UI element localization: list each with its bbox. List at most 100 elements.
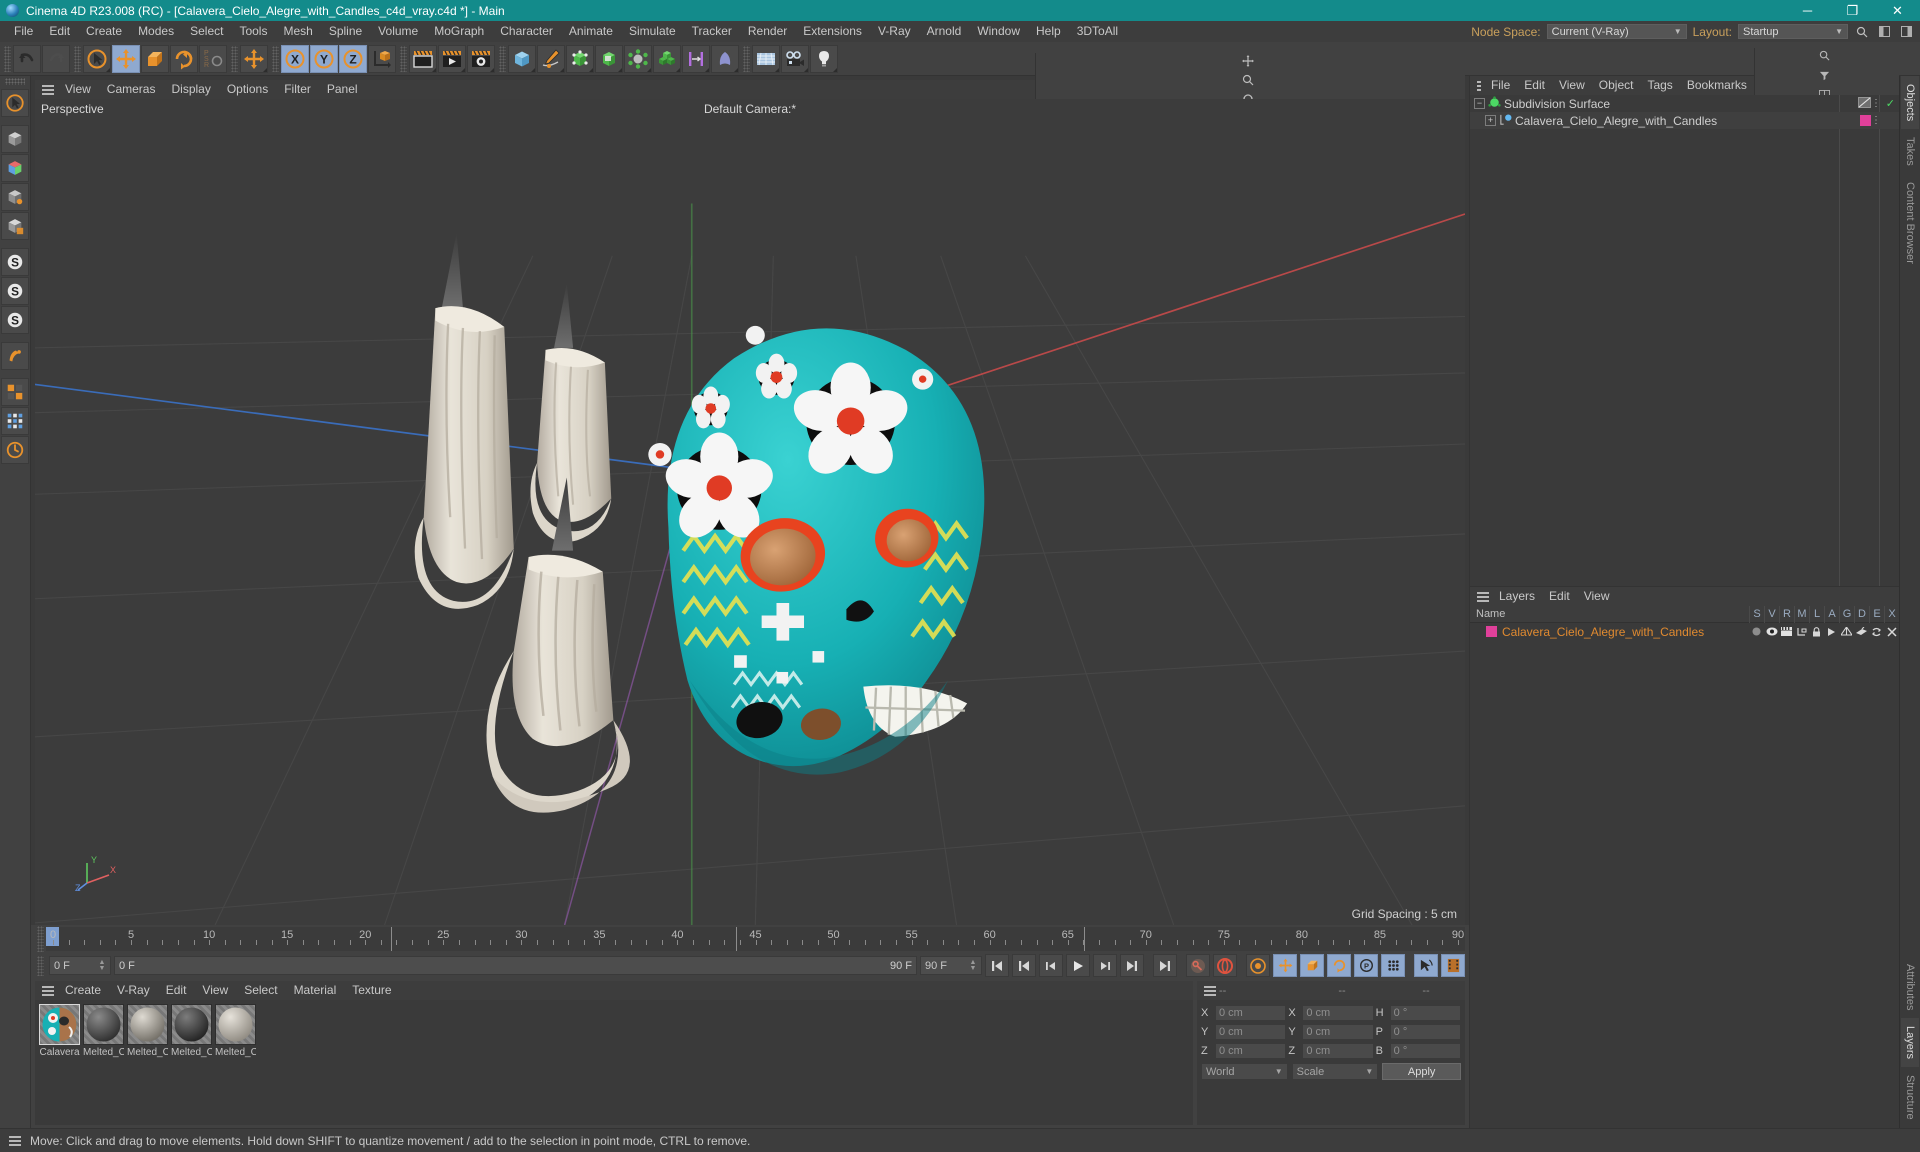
layer-column-a[interactable]: A <box>1824 605 1839 623</box>
object-dots-menu-icon[interactable]: ⋮ <box>1871 99 1881 109</box>
object-row-subdivision-surface[interactable]: − Subdivision Surface ⋮ ✓ <box>1470 95 1899 112</box>
scene-object-icon[interactable] <box>624 44 652 73</box>
render-settings-icon[interactable] <box>467 44 495 73</box>
enable-axis-icon[interactable] <box>1 342 29 370</box>
light-icon[interactable] <box>810 44 838 73</box>
object-menu-tags[interactable]: Tags <box>1640 76 1679 95</box>
vtab-structure[interactable]: Structure <box>1901 1067 1919 1128</box>
filter-icon[interactable] <box>1816 68 1832 84</box>
size-y-field[interactable]: 0 cm <box>1302 1024 1374 1040</box>
object-menu-view[interactable]: View <box>1552 76 1592 95</box>
material-item[interactable]: Melted_C <box>127 1004 168 1121</box>
menu-item-3dtoall[interactable]: 3DToAll <box>1069 21 1126 42</box>
model-mode-icon[interactable] <box>1 125 29 153</box>
menu-item-edit[interactable]: Edit <box>41 21 78 42</box>
node-space-select[interactable]: Current (V-Ray) ▼ <box>1546 24 1687 39</box>
toolbar-grip[interactable] <box>74 45 81 72</box>
toolbar-grip[interactable] <box>743 45 750 72</box>
vtab-objects[interactable]: Objects <box>1901 76 1919 130</box>
render-picture-viewer-icon[interactable] <box>438 44 466 73</box>
layer-column-l[interactable]: L <box>1809 605 1824 623</box>
layer-generator-toggle[interactable] <box>1839 626 1854 637</box>
size-x-field[interactable]: 0 cm <box>1302 1005 1374 1021</box>
expand-toggle-icon[interactable]: − <box>1474 98 1485 109</box>
layer-column-m[interactable]: M <box>1794 605 1809 623</box>
pan-icon[interactable] <box>1240 53 1256 69</box>
live-selection-tool-icon[interactable] <box>1 89 29 117</box>
rotation-h-field[interactable]: 0 ° <box>1389 1005 1461 1021</box>
menu-item-spline[interactable]: Spline <box>321 21 370 42</box>
select-live-icon[interactable] <box>83 44 111 73</box>
material-menu-vray[interactable]: V-Ray <box>109 981 158 1000</box>
rotation-key-button[interactable] <box>1327 954 1351 977</box>
viewport-menu-view[interactable]: View <box>57 80 99 99</box>
psr-icon[interactable]: PSR <box>199 44 227 73</box>
viewport-menu-hamburger-icon[interactable] <box>39 83 57 97</box>
coordinate-system-select[interactable]: World ▼ <box>1201 1063 1288 1080</box>
parameter-key-button[interactable]: P <box>1354 954 1378 977</box>
layer-lock-toggle[interactable] <box>1809 626 1824 637</box>
character-icon[interactable] <box>711 44 739 73</box>
material-item[interactable]: Melted_C <box>83 1004 124 1121</box>
material-item[interactable]: Melted_C <box>215 1004 256 1121</box>
layer-manager-hamburger-icon[interactable] <box>1474 590 1492 604</box>
vtab-takes[interactable]: Takes <box>1901 129 1919 174</box>
material-menu-material[interactable]: Material <box>286 981 345 1000</box>
menu-item-render[interactable]: Render <box>740 21 795 42</box>
menu-item-mesh[interactable]: Mesh <box>275 21 320 42</box>
goto-previous-key-button[interactable] <box>1012 954 1036 977</box>
material-tag-icon[interactable] <box>1860 115 1871 126</box>
point-level-animation-button[interactable] <box>1381 954 1405 977</box>
object-enabled-check-icon[interactable]: ✓ <box>1886 97 1895 110</box>
viewport-menu-cameras[interactable]: Cameras <box>99 80 164 99</box>
layer-column-x[interactable]: X <box>1884 605 1899 623</box>
viewport-menu-options[interactable]: Options <box>219 80 276 99</box>
left-toolbar-grip[interactable] <box>5 78 25 85</box>
layer-menu-layers[interactable]: Layers <box>1492 587 1542 606</box>
move-icon[interactable] <box>112 44 140 73</box>
axis-z-icon[interactable]: Z <box>339 44 367 73</box>
layer-column-r[interactable]: R <box>1779 605 1794 623</box>
spinner-icon[interactable]: ▲ ▼ <box>98 958 106 973</box>
timeline-view-button[interactable] <box>1441 954 1465 977</box>
object-mode-icon[interactable] <box>1 154 29 182</box>
toolbar-grip[interactable] <box>4 45 11 72</box>
viewport-solo-icon[interactable] <box>1 378 29 406</box>
menu-item-create[interactable]: Create <box>78 21 130 42</box>
rotation-b-field[interactable]: 0 ° <box>1389 1043 1461 1059</box>
step-back-button[interactable] <box>1039 954 1063 977</box>
material-menu-select[interactable]: Select <box>236 981 285 1000</box>
toolbar-grip[interactable] <box>499 45 506 72</box>
object-menu-bookmarks[interactable]: Bookmarks <box>1680 76 1754 95</box>
layer-expression-toggle[interactable] <box>1869 627 1884 637</box>
size-mode-select[interactable]: Scale ▼ <box>1291 1063 1379 1080</box>
object-tree[interactable]: − Subdivision Surface ⋮ ✓ + Calavera_Cie… <box>1470 95 1899 586</box>
generator-icon[interactable] <box>566 44 594 73</box>
position-y-field[interactable]: 0 cm <box>1215 1024 1287 1040</box>
vtab-layers[interactable]: Layers <box>1901 1018 1919 1068</box>
status-bar-hamburger-icon[interactable] <box>6 1134 24 1148</box>
scale-key-button[interactable] <box>1300 954 1324 977</box>
position-z-field[interactable]: 0 cm <box>1215 1043 1287 1059</box>
menu-item-file[interactable]: File <box>6 21 41 42</box>
layer-animation-toggle[interactable] <box>1824 627 1839 637</box>
redo-icon[interactable] <box>42 44 70 73</box>
viewport-menu-panel[interactable]: Panel <box>319 80 366 99</box>
minimize-button[interactable]: ─ <box>1785 0 1830 21</box>
viewport-menu-display[interactable]: Display <box>163 80 218 99</box>
keyframe-settings-button[interactable] <box>1246 954 1270 977</box>
menu-item-mograph[interactable]: MoGraph <box>426 21 492 42</box>
axis-y-icon[interactable]: Y <box>310 44 338 73</box>
menu-item-extensions[interactable]: Extensions <box>795 21 870 42</box>
layer-row[interactable]: Calavera_Cielo_Alegre_with_Candles <box>1470 623 1899 640</box>
layer-color-swatch[interactable] <box>1486 626 1497 637</box>
current-frame-field[interactable]: 0 F ▲ ▼ <box>49 956 111 975</box>
search-icon[interactable] <box>1816 48 1832 64</box>
object-manager-hamburger-icon[interactable] <box>1474 79 1484 93</box>
menu-item-simulate[interactable]: Simulate <box>621 21 684 42</box>
layer-column-d[interactable]: D <box>1854 605 1869 623</box>
layer-column-g[interactable]: G <box>1839 605 1854 623</box>
layer-menu-edit[interactable]: Edit <box>1542 587 1577 606</box>
search-icon[interactable] <box>1854 24 1870 40</box>
axis-x-icon[interactable]: X <box>281 44 309 73</box>
